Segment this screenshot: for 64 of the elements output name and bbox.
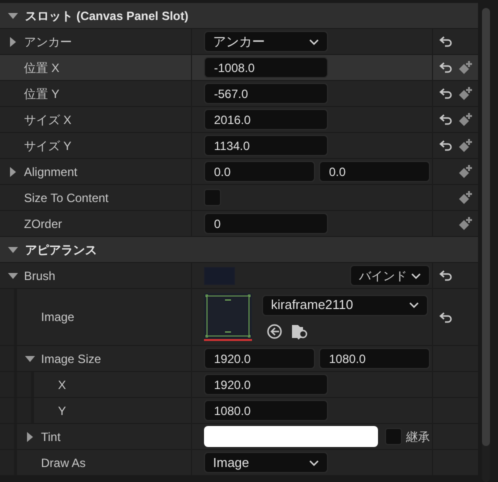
- inherit-label: 継承: [406, 428, 430, 446]
- use-selected-arrow-icon[interactable]: [267, 324, 282, 338]
- number-field[interactable]: 0.0: [319, 161, 430, 182]
- property-label: Alignment: [24, 164, 78, 180]
- texture-thumbnail[interactable]: [204, 293, 252, 341]
- browse-folder-search-icon[interactable]: [292, 324, 308, 340]
- add-keyframe-icon[interactable]: [457, 164, 473, 179]
- bind-dropdown[interactable]: バインド: [350, 265, 430, 286]
- number-field[interactable]: 1920.0: [204, 348, 315, 369]
- dropdown[interactable]: アンカー: [204, 31, 328, 52]
- property-label: Image Size: [41, 350, 102, 368]
- number-field[interactable]: 1134.0: [204, 135, 328, 156]
- property-label: Image: [41, 309, 74, 326]
- property-label: サイズ X: [24, 112, 72, 128]
- property-label: Draw As: [41, 454, 86, 472]
- chevron-down-icon[interactable]: [411, 272, 421, 278]
- reset-arrow-icon[interactable]: [439, 139, 452, 152]
- expand-arrow-icon[interactable]: [25, 432, 35, 442]
- reset-arrow-icon[interactable]: [439, 87, 452, 100]
- color-swatch[interactable]: [204, 426, 378, 447]
- number-field[interactable]: 1920.0: [204, 374, 328, 395]
- property-label: サイズ Y: [24, 138, 72, 154]
- add-keyframe-icon[interactable]: [457, 60, 473, 75]
- reset-arrow-icon[interactable]: [439, 310, 452, 324]
- property-label: Brush: [24, 268, 56, 284]
- reset-arrow-icon[interactable]: [439, 113, 452, 126]
- property-label: ZOrder: [24, 216, 62, 232]
- add-keyframe-icon[interactable]: [457, 216, 473, 231]
- scrollbar-thumb[interactable]: [482, 8, 490, 446]
- property-label: Y: [58, 402, 66, 420]
- dropdown[interactable]: Image: [204, 452, 328, 473]
- asset-dropdown[interactable]: kiraframe2110: [262, 294, 428, 316]
- add-keyframe-icon[interactable]: [457, 138, 473, 153]
- chevron-down-icon[interactable]: [309, 38, 319, 44]
- property-label: X: [58, 376, 66, 394]
- property-label: Tint: [41, 428, 61, 446]
- add-keyframe-icon[interactable]: [457, 190, 473, 205]
- collapse-arrow-icon[interactable]: [8, 10, 18, 20]
- expand-arrow-icon[interactable]: [8, 36, 18, 46]
- checkbox[interactable]: [204, 189, 221, 206]
- section-title[interactable]: アピアランス: [25, 240, 97, 258]
- collapse-arrow-icon[interactable]: [8, 270, 18, 280]
- number-field[interactable]: 0: [204, 213, 328, 234]
- property-label: 位置 Y: [24, 86, 60, 102]
- reset-arrow-icon[interactable]: [439, 61, 452, 74]
- add-keyframe-icon[interactable]: [457, 86, 473, 101]
- property-label: 位置 X: [24, 60, 60, 76]
- number-field[interactable]: 2016.0: [204, 109, 328, 130]
- reset-arrow-icon[interactable]: [439, 35, 452, 48]
- number-field[interactable]: 1080.0: [319, 348, 430, 369]
- number-field[interactable]: -567.0: [204, 83, 328, 104]
- collapse-arrow-icon[interactable]: [25, 354, 35, 364]
- number-field[interactable]: 0.0: [204, 161, 315, 182]
- number-field[interactable]: -1008.0: [204, 57, 328, 78]
- number-field[interactable]: 1080.0: [204, 400, 328, 421]
- inherit-checkbox[interactable]: [385, 428, 402, 445]
- reset-arrow-icon[interactable]: [439, 269, 452, 282]
- chevron-down-icon[interactable]: [409, 302, 419, 308]
- property-label: アンカー: [24, 34, 72, 50]
- add-keyframe-icon[interactable]: [457, 112, 473, 127]
- expand-arrow-icon[interactable]: [8, 166, 18, 176]
- property-label: Size To Content: [24, 190, 108, 206]
- collapse-arrow-icon[interactable]: [8, 244, 18, 254]
- chevron-down-icon[interactable]: [309, 460, 319, 466]
